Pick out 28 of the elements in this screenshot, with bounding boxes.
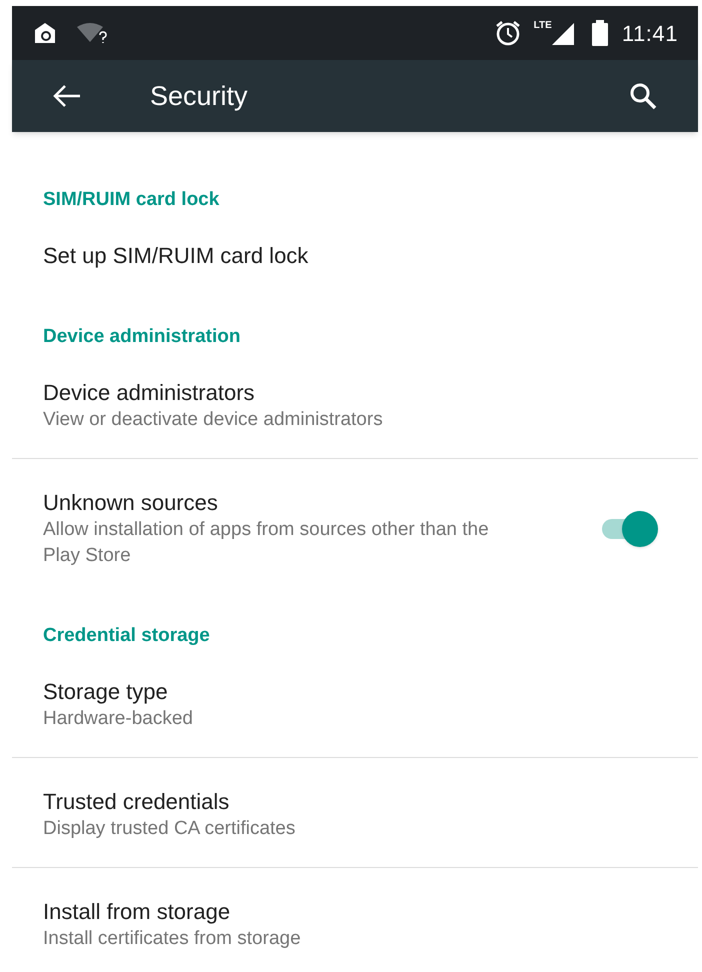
item-summary: Display trusted CA certificates [43, 817, 296, 841]
item-title: Set up SIM/RUIM card lock [43, 242, 310, 270]
item-title: Trusted credentials [43, 788, 230, 816]
item-title: Install from storage [43, 898, 232, 926]
battery-icon [592, 20, 608, 46]
item-summary: Install certificates from storage [43, 927, 302, 951]
camera-icon [32, 21, 58, 45]
item-summary: Allow installation of apps from sources other than the Play Store [43, 518, 490, 568]
clock-time: 11:41 [622, 20, 678, 48]
item-title: Unknown sources [43, 489, 219, 517]
item-title: Storage type [43, 678, 169, 706]
section-header: Device administration [43, 325, 242, 349]
item-title: Device administrators [43, 379, 256, 407]
settings-item[interactable]: Trusted credentials Display trusted CA certificates [12, 758, 698, 867]
item-summary: Hardware-backed [43, 707, 194, 731]
section-header: Credential storage [43, 624, 211, 648]
settings-item[interactable]: Device administrators View or deactivate device administrators [12, 349, 698, 458]
signal-icon [552, 21, 574, 45]
wifi-icon [76, 22, 108, 44]
section-header: SIM/RUIM card lock [43, 188, 220, 212]
toolbar-title: Security [150, 80, 248, 113]
network-type: LTE [534, 19, 552, 33]
settings-item[interactable]: Set up SIM/RUIM card lock [12, 212, 698, 295]
settings-item[interactable]: Install from storage Install certificates from storage [12, 868, 698, 972]
item-summary: View or deactivate device administrators [43, 408, 384, 432]
settings-item[interactable]: Unknown sources Allow installation of apps from sources other than the Play Store [12, 459, 698, 594]
alarm-icon [494, 19, 522, 47]
settings-item[interactable]: Storage type Hardware-backed [12, 648, 698, 757]
